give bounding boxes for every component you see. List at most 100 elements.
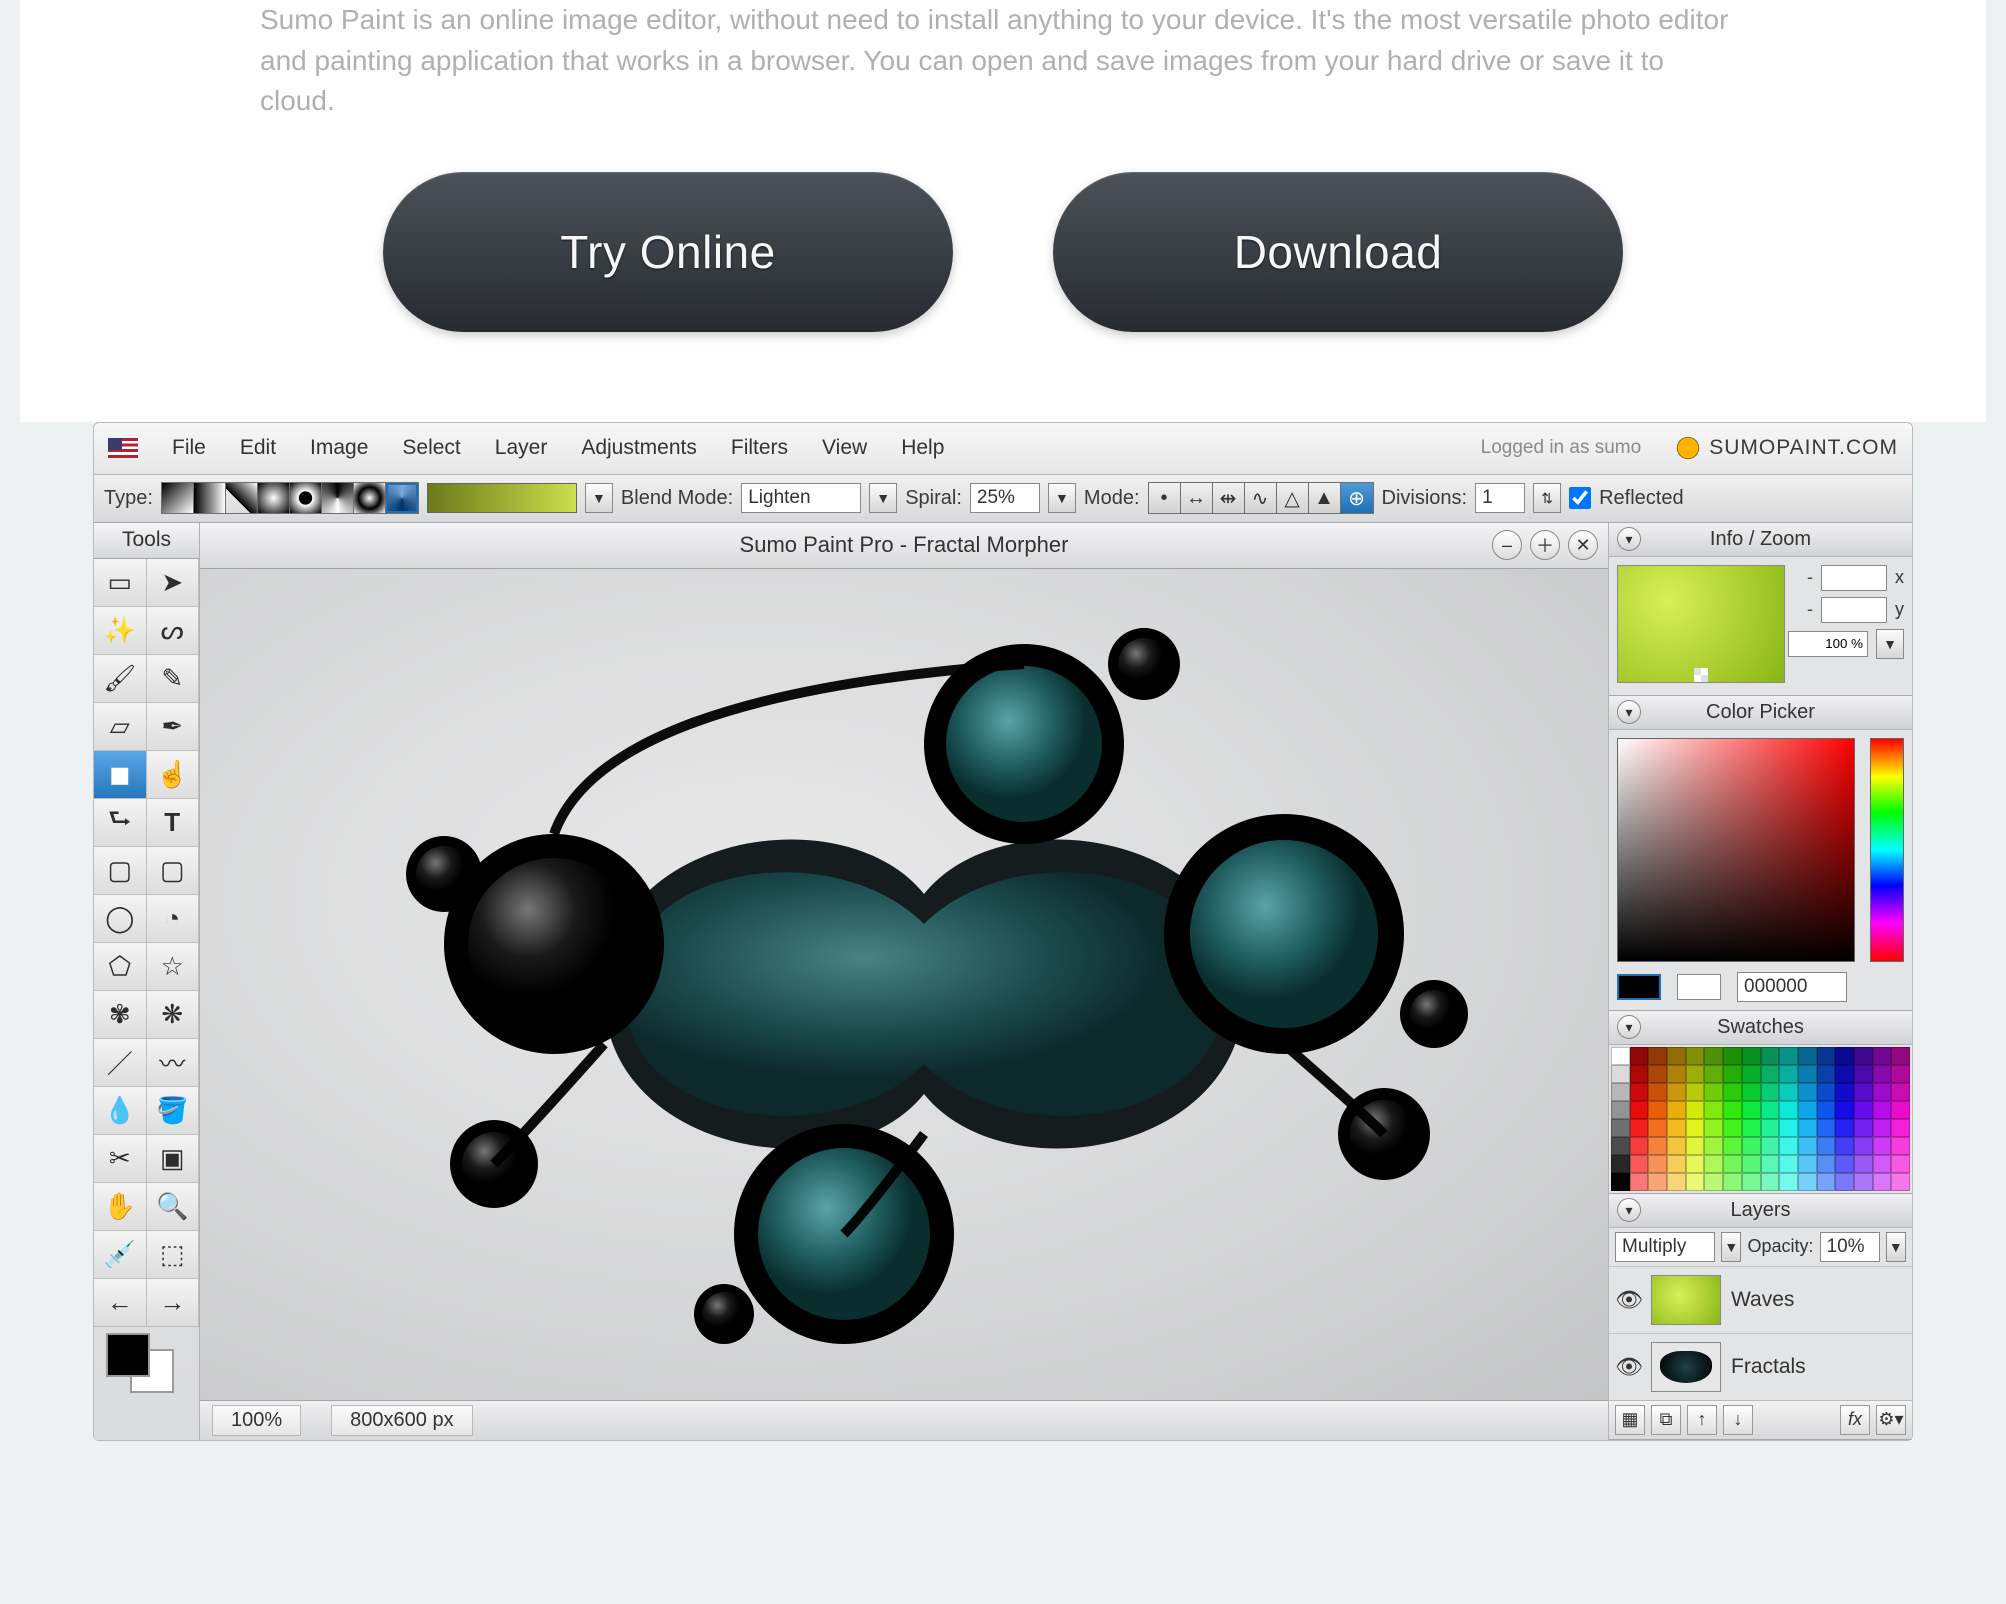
swatch-cell[interactable] [1686, 1047, 1705, 1065]
swatch-cell[interactable] [1630, 1083, 1649, 1101]
layer-name[interactable]: Fractals [1731, 1355, 1806, 1379]
canvas[interactable] [200, 569, 1608, 1400]
info-y-input[interactable] [1821, 597, 1887, 623]
swatch-cell[interactable] [1761, 1101, 1780, 1119]
menu-layer[interactable]: Layer [495, 436, 548, 460]
swatch-cell[interactable] [1723, 1119, 1742, 1137]
spiral-input[interactable] [970, 483, 1040, 513]
swatch-cell[interactable] [1704, 1173, 1723, 1191]
swatch-cell[interactable] [1648, 1155, 1667, 1173]
visibility-icon[interactable]: 👁 [1615, 1287, 1641, 1313]
swatch-cell[interactable] [1742, 1065, 1761, 1083]
swatch-cell[interactable] [1835, 1065, 1854, 1083]
swatch-cell[interactable] [1835, 1101, 1854, 1119]
swatch-cell[interactable] [1891, 1065, 1910, 1083]
tool-ink[interactable]: ✒ [147, 703, 200, 751]
swatch-cell[interactable] [1742, 1173, 1761, 1191]
swatch-cell[interactable] [1667, 1173, 1686, 1191]
tool-symmetry[interactable]: ❋ [147, 991, 200, 1039]
tool-blur[interactable]: 💧 [94, 1087, 147, 1135]
tool-star-shape[interactable]: ☆ [147, 943, 200, 991]
swatch-cell[interactable] [1835, 1137, 1854, 1155]
navigator-thumbnail[interactable] [1617, 565, 1785, 683]
swatch-cell[interactable] [1761, 1083, 1780, 1101]
tool-move[interactable]: ➤ [147, 559, 200, 607]
swatch-cell[interactable] [1854, 1083, 1873, 1101]
swatch-cell[interactable] [1817, 1173, 1836, 1191]
swatch-cell[interactable] [1798, 1065, 1817, 1083]
divisions-stepper-icon[interactable]: ⇅ [1533, 483, 1561, 513]
swatch-cell[interactable] [1723, 1137, 1742, 1155]
swatch-cell[interactable] [1648, 1101, 1667, 1119]
swatch-cell[interactable] [1761, 1155, 1780, 1173]
swatch-cell[interactable] [1761, 1173, 1780, 1191]
color-sv-field[interactable] [1617, 738, 1855, 962]
tool-transform[interactable]: ▣ [147, 1135, 200, 1183]
swatch-cell[interactable] [1723, 1173, 1742, 1191]
swatch-cell[interactable] [1742, 1101, 1761, 1119]
swatch-cell[interactable] [1611, 1155, 1630, 1173]
foreground-color-icon[interactable] [106, 1333, 150, 1377]
swatch-cell[interactable] [1686, 1137, 1705, 1155]
swatch-cell[interactable] [1648, 1065, 1667, 1083]
swatch-cell[interactable] [1686, 1155, 1705, 1173]
swatch-cell[interactable] [1891, 1137, 1910, 1155]
swatch-cell[interactable] [1761, 1137, 1780, 1155]
duplicate-layer-icon[interactable]: ⧉ [1651, 1405, 1681, 1435]
tool-zoom[interactable]: 🔍 [147, 1183, 200, 1231]
swatch-cell[interactable] [1854, 1173, 1873, 1191]
visibility-icon[interactable]: 👁 [1615, 1354, 1641, 1380]
swatch-cell[interactable] [1854, 1047, 1873, 1065]
swatch-cell[interactable] [1779, 1083, 1798, 1101]
menu-image[interactable]: Image [310, 436, 368, 460]
panel-menu-icon[interactable]: ▾ [1617, 1015, 1641, 1039]
menu-help[interactable]: Help [901, 436, 944, 460]
blend-mode-select[interactable] [741, 483, 861, 513]
reflected-checkbox[interactable] [1569, 487, 1591, 509]
tool-brush[interactable]: 🖌 [94, 655, 147, 703]
swatch-cell[interactable] [1817, 1101, 1836, 1119]
menu-select[interactable]: Select [402, 436, 460, 460]
swatch-cell[interactable] [1742, 1155, 1761, 1173]
tool-ellipse-shape[interactable]: ◯ [94, 895, 147, 943]
swatch-cell[interactable] [1891, 1119, 1910, 1137]
swatch-cell[interactable] [1704, 1137, 1723, 1155]
swatch-cell[interactable] [1891, 1083, 1910, 1101]
layer-row[interactable]: 👁 Waves [1609, 1266, 1912, 1333]
swatch-cell[interactable] [1648, 1119, 1667, 1137]
swatch-cell[interactable] [1667, 1083, 1686, 1101]
swatch-cell[interactable] [1630, 1065, 1649, 1083]
swatch-cell[interactable] [1891, 1101, 1910, 1119]
download-button[interactable]: Download [1053, 172, 1623, 332]
tool-clone[interactable]: ⮑ [94, 799, 147, 847]
close-icon[interactable]: ✕ [1568, 530, 1598, 560]
layer-row[interactable]: 👁 Fractals [1609, 1333, 1912, 1400]
swatch-cell[interactable] [1630, 1137, 1649, 1155]
swatch-cell[interactable] [1835, 1155, 1854, 1173]
swatch-cell[interactable] [1686, 1065, 1705, 1083]
swatch-cell[interactable] [1723, 1083, 1742, 1101]
menu-adjustments[interactable]: Adjustments [581, 436, 697, 460]
swatch-cell[interactable] [1704, 1155, 1723, 1173]
swatch-cell[interactable] [1835, 1173, 1854, 1191]
minimize-icon[interactable]: – [1492, 530, 1522, 560]
swatch-cell[interactable] [1611, 1137, 1630, 1155]
swatch-cell[interactable] [1630, 1155, 1649, 1173]
swatch-cell[interactable] [1854, 1137, 1873, 1155]
spiral-dropdown-icon[interactable]: ▼ [1048, 483, 1076, 513]
swatch-cell[interactable] [1611, 1083, 1630, 1101]
swatch-cell[interactable] [1648, 1047, 1667, 1065]
layer-name[interactable]: Waves [1731, 1288, 1794, 1312]
panel-menu-icon[interactable]: ▾ [1617, 527, 1641, 551]
try-online-button[interactable]: Try Online [383, 172, 953, 332]
swatch-cell[interactable] [1854, 1065, 1873, 1083]
swatch-cell[interactable] [1779, 1065, 1798, 1083]
tool-pie-shape[interactable]: ◔ [147, 895, 200, 943]
layer-blend-dropdown-icon[interactable]: ▼ [1721, 1232, 1741, 1262]
swatch-cell[interactable] [1667, 1065, 1686, 1083]
swatch-cell[interactable] [1835, 1083, 1854, 1101]
layer-up-icon[interactable]: ↑ [1687, 1405, 1717, 1435]
swatch-cell[interactable] [1686, 1083, 1705, 1101]
swatch-cell[interactable] [1779, 1155, 1798, 1173]
color-hue-slider[interactable] [1870, 738, 1904, 962]
